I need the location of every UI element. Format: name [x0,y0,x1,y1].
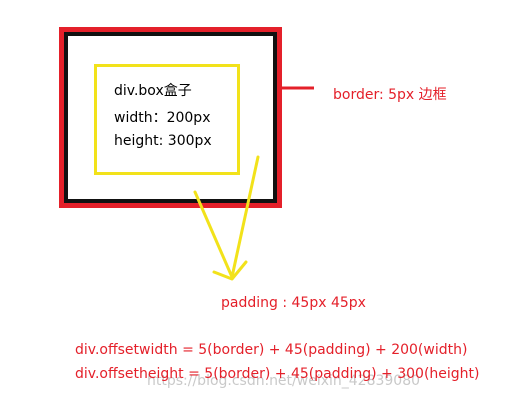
offsetwidth-formula: div.offsetwidth = 5(border) + 45(padding… [75,342,468,358]
border-label: border: 5px 边框 [333,87,447,103]
padding-arrow-icon [193,155,260,281]
offsetheight-formula: div.offsetheight = 5(border) + 45(paddin… [75,366,480,382]
padding-label: padding : 45px 45px [221,295,366,311]
